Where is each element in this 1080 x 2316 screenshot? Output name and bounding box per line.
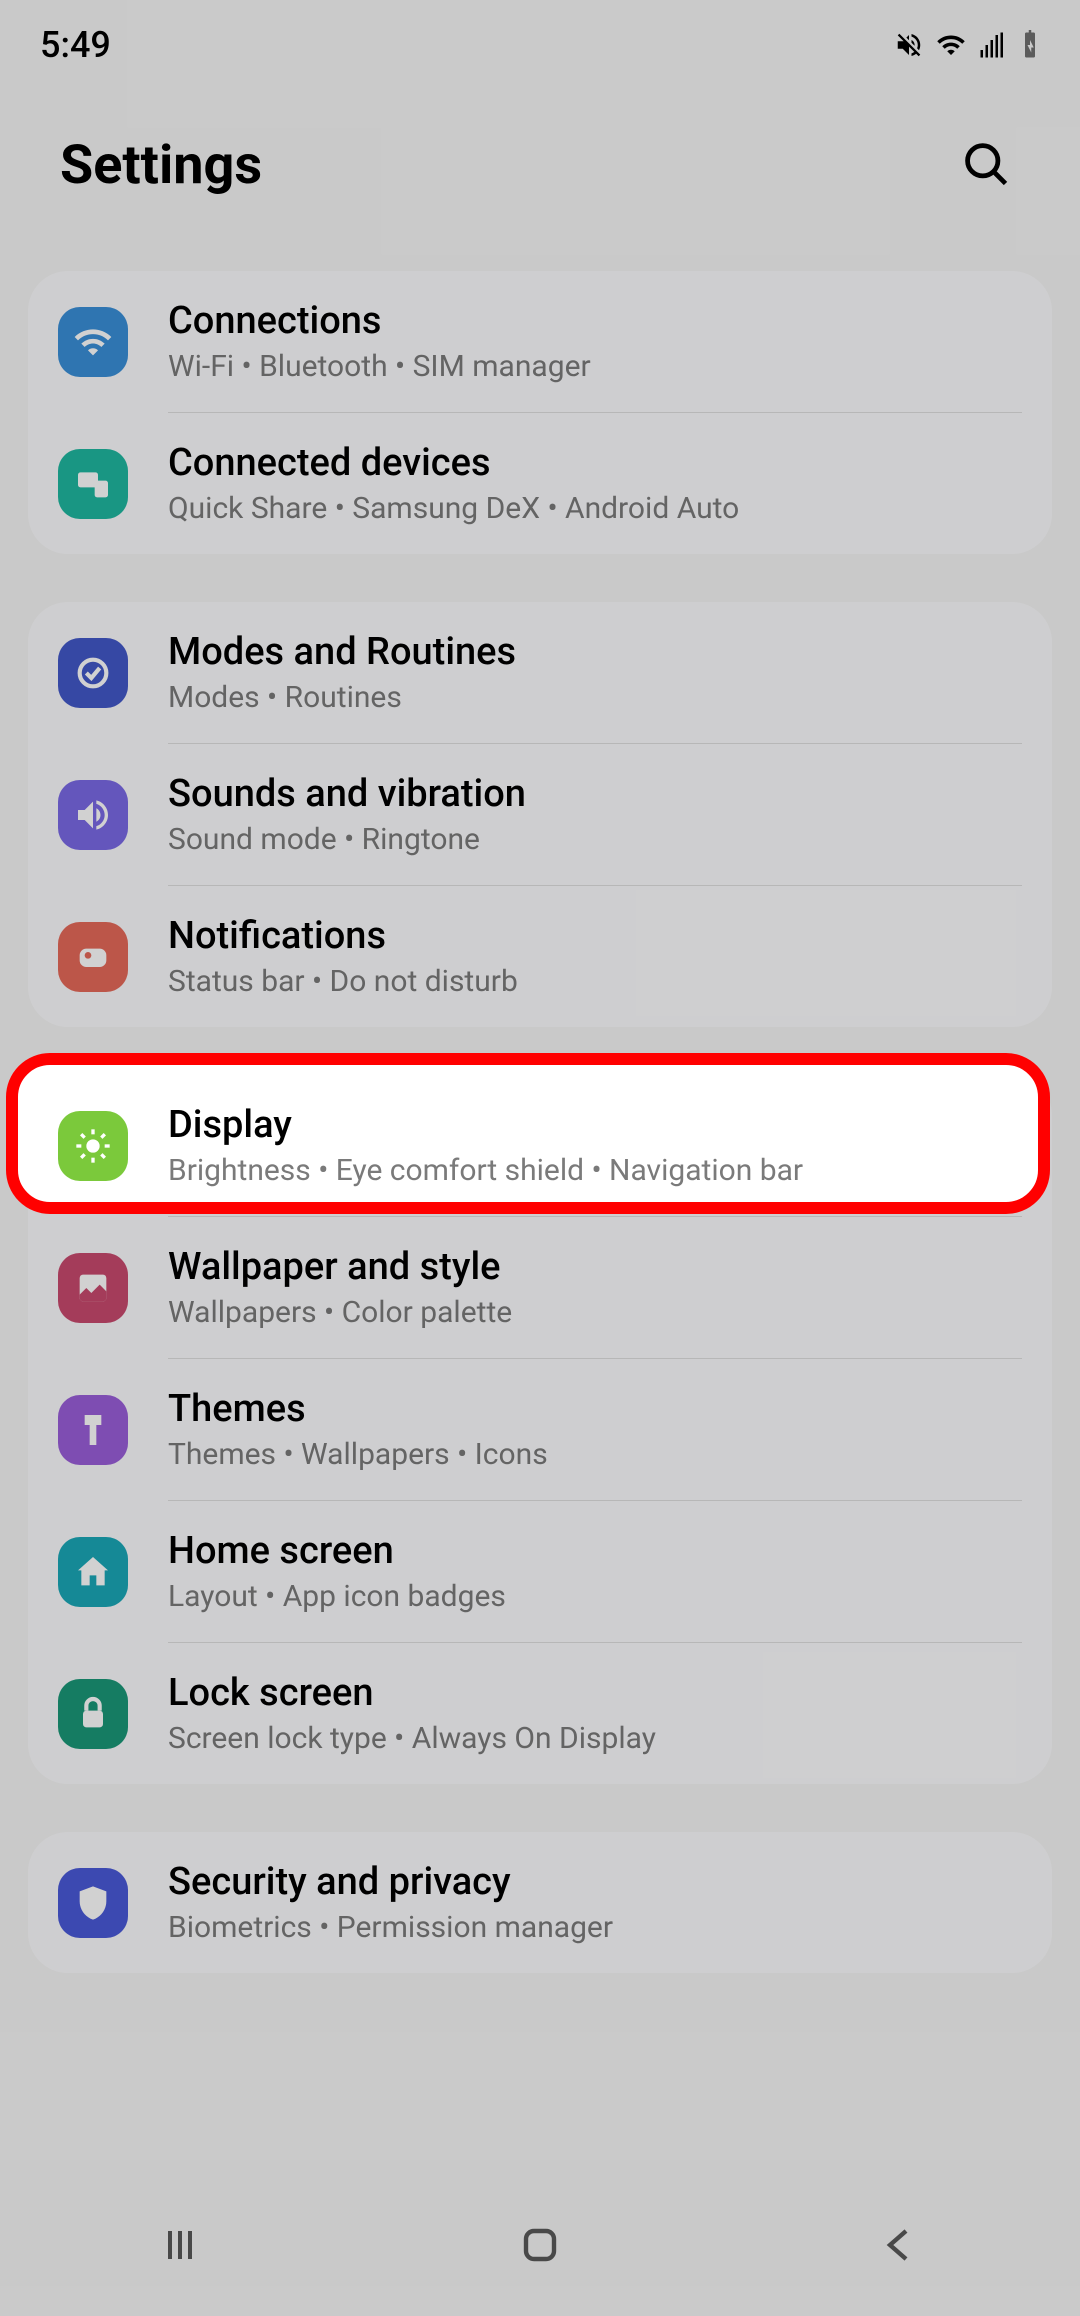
routines-icon (58, 638, 128, 708)
back-button[interactable] (816, 2201, 984, 2292)
item-subtitle: Screen lock type • Always On Display (168, 1721, 1022, 1756)
item-subtitle: Sound mode • Ringtone (168, 822, 1022, 857)
list-item-security-privacy[interactable]: Security and privacy Biometrics • Permis… (28, 1832, 1052, 1973)
battery-icon (1020, 30, 1040, 60)
search-icon (960, 178, 1012, 193)
page-title: Settings (60, 134, 262, 197)
lock-icon (58, 1679, 128, 1749)
shield-icon (58, 1868, 128, 1938)
list-item-notifications[interactable]: Notifications Status bar • Do not distur… (28, 886, 1052, 1027)
highlighted-item-display[interactable]: Display Brightness • Eye comfort shield … (28, 1075, 1052, 1216)
home-button[interactable] (456, 2201, 624, 2292)
list-item-wallpaper-style[interactable]: Wallpaper and style Wallpapers • Color p… (28, 1217, 1052, 1358)
settings-list: Connections Wi-Fi • Bluetooth • SIM mana… (0, 271, 1080, 2221)
item-title: Modes and Routines (168, 630, 1022, 674)
list-item-connected-devices[interactable]: Connected devices Quick Share • Samsung … (28, 413, 1052, 554)
item-subtitle: Biometrics • Permission manager (168, 1910, 1022, 1945)
mute-icon (894, 30, 924, 60)
item-title: Connections (168, 299, 1022, 343)
item-title: Home screen (168, 1529, 1022, 1573)
item-title: Lock screen (168, 1671, 1022, 1715)
themes-icon (58, 1395, 128, 1465)
item-title: Themes (168, 1387, 1022, 1431)
header: Settings (0, 80, 1080, 271)
item-subtitle: Quick Share • Samsung DeX • Android Auto (168, 491, 1022, 526)
item-subtitle: Themes • Wallpapers • Icons (168, 1437, 1022, 1472)
item-subtitle: Brightness • Eye comfort shield • Naviga… (168, 1153, 1022, 1188)
home-icon (58, 1537, 128, 1607)
devices-icon (58, 449, 128, 519)
status-icons (894, 30, 1040, 60)
notifications-icon (58, 922, 128, 992)
sound-icon (58, 780, 128, 850)
item-subtitle: Wi-Fi • Bluetooth • SIM manager (168, 349, 1022, 384)
item-title: Display (168, 1103, 1022, 1147)
item-subtitle: Modes • Routines (168, 680, 1022, 715)
item-title: Connected devices (168, 441, 1022, 485)
home-nav-icon (516, 2257, 564, 2272)
item-subtitle: Status bar • Do not disturb (168, 964, 1022, 999)
brightness-icon (58, 1111, 128, 1181)
list-item-modes-routines[interactable]: Modes and Routines Modes • Routines (28, 602, 1052, 743)
wifi-icon (58, 307, 128, 377)
recents-button[interactable] (96, 2201, 264, 2292)
signal-icon (978, 30, 1008, 60)
navigation-bar (0, 2176, 1080, 2316)
list-item-home-screen[interactable]: Home screen Layout • App icon badges (28, 1501, 1052, 1642)
recents-icon (156, 2257, 204, 2272)
item-subtitle: Layout • App icon badges (168, 1579, 1022, 1614)
settings-group: Modes and Routines Modes • Routines Soun… (28, 602, 1052, 1027)
search-button[interactable] (952, 130, 1020, 201)
item-title: Sounds and vibration (168, 772, 1022, 816)
item-subtitle: Wallpapers • Color palette (168, 1295, 1022, 1330)
list-item-connections[interactable]: Connections Wi-Fi • Bluetooth • SIM mana… (28, 271, 1052, 412)
list-item-lock-screen[interactable]: Lock screen Screen lock type • Always On… (28, 1643, 1052, 1784)
item-title: Wallpaper and style (168, 1245, 1022, 1289)
settings-group: Connections Wi-Fi • Bluetooth • SIM mana… (28, 271, 1052, 554)
item-title: Security and privacy (168, 1860, 1022, 1904)
list-item-sounds-vibration[interactable]: Sounds and vibration Sound mode • Ringto… (28, 744, 1052, 885)
image-icon (58, 1253, 128, 1323)
status-time: 5:49 (40, 24, 111, 66)
status-bar: 5:49 (0, 0, 1080, 80)
back-icon (876, 2257, 924, 2272)
list-item-themes[interactable]: Themes Themes • Wallpapers • Icons (28, 1359, 1052, 1500)
settings-group: Security and privacy Biometrics • Permis… (28, 1832, 1052, 1973)
item-title: Notifications (168, 914, 1022, 958)
wifi-icon (936, 30, 966, 60)
